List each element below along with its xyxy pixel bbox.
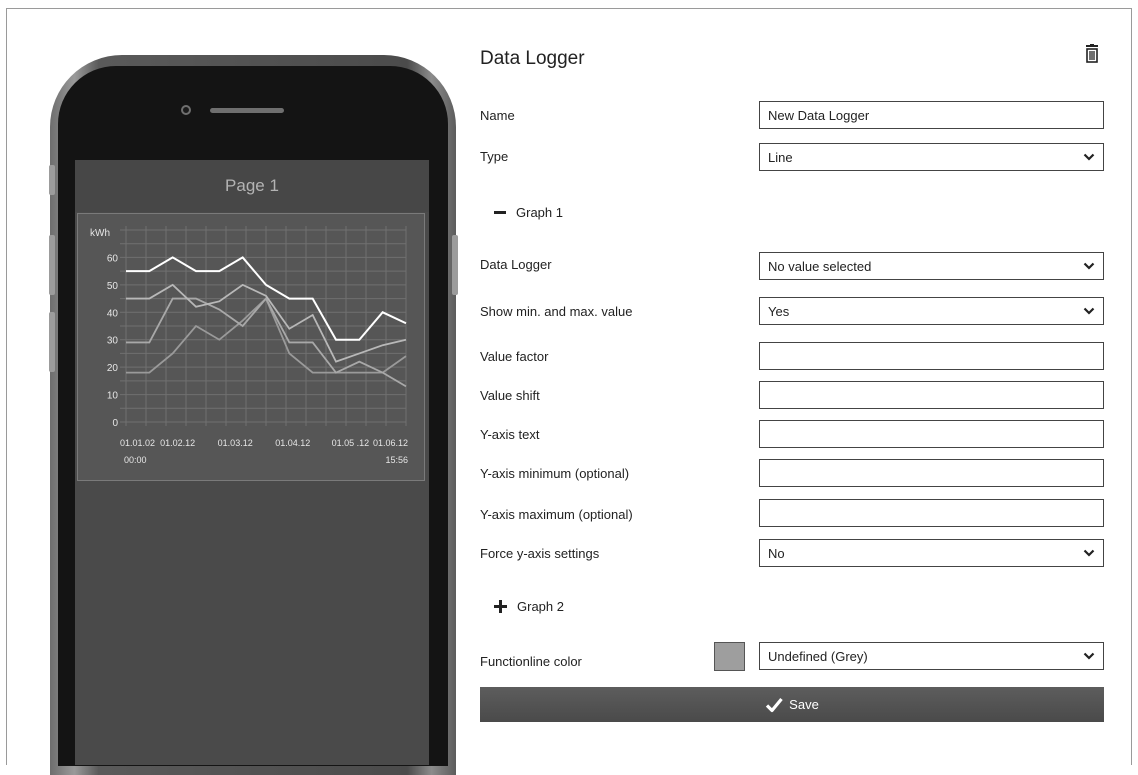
functionline-color-select[interactable]: Undefined (Grey) [759, 642, 1104, 670]
graph1-label: Graph 1 [516, 205, 563, 220]
page-title[interactable]: Page 1 [75, 160, 429, 212]
phone-volume-up-button [49, 235, 55, 295]
force-yaxis-label: Force y-axis settings [480, 546, 600, 561]
x-tick-label: 01.02.12 [160, 438, 195, 448]
x-start-label: 00:00 [124, 455, 147, 465]
yaxis-min-label: Y-axis minimum (optional) [480, 466, 630, 481]
chart-svg: kWh 0 10 20 30 40 50 60 01.01.02 01.02.12 01.03.12… [90, 226, 408, 465]
chevron-down-icon [1083, 262, 1095, 270]
y-tick-label: 10 [107, 391, 119, 402]
plus-icon [494, 600, 507, 613]
y-tick-label: 30 [107, 336, 119, 347]
y-tick-label: 0 [112, 418, 118, 429]
speaker-grille [210, 108, 284, 113]
value-factor-input[interactable] [759, 342, 1104, 370]
value-factor-label: Value factor [480, 349, 549, 364]
camera-icon [181, 105, 191, 115]
data-logger-chart: kWh 0 10 20 30 40 50 60 01.01.02 01.02.12 01.03.12… [77, 213, 425, 481]
show-minmax-select-value: Yes [768, 303, 790, 319]
functionline-color-label: Functionline color [480, 654, 582, 669]
show-minmax-select[interactable]: Yes [759, 297, 1104, 325]
type-label: Type [480, 149, 509, 164]
y-tick-label: 40 [107, 308, 119, 319]
chevron-down-icon [1083, 652, 1095, 660]
y-tick-label: 60 [107, 253, 119, 264]
graph2-expand-toggle[interactable]: Graph 2 [494, 599, 564, 614]
minus-icon [494, 211, 506, 214]
yaxis-min-input[interactable] [759, 459, 1104, 487]
force-yaxis-select-value: No [768, 545, 785, 561]
graph1-collapse-toggle[interactable]: Graph 1 [494, 205, 563, 220]
phone-screen: Page 1 kWh 0 10 20 30 40 50 60 01.01.02 01.02.12 0… [75, 160, 429, 765]
x-tick-label: 01.01.02 [120, 438, 155, 448]
save-button[interactable]: Save [480, 687, 1104, 722]
type-select[interactable]: Line [759, 143, 1104, 171]
x-tick-label: 01.04.12 [275, 438, 310, 448]
chevron-down-icon [1083, 307, 1095, 315]
phone-volume-down-button [49, 312, 55, 372]
name-input[interactable] [759, 101, 1104, 129]
value-shift-label: Value shift [480, 388, 540, 403]
data-logger-select[interactable]: No value selected [759, 252, 1104, 280]
x-tick-label: 01.06.12 [373, 438, 408, 448]
functionline-color-select-value: Undefined (Grey) [768, 648, 868, 664]
check-icon [766, 697, 783, 712]
phone-side-button [49, 165, 55, 195]
value-shift-input[interactable] [759, 381, 1104, 409]
phone-power-button [452, 235, 458, 295]
y-tick-label: 20 [107, 363, 119, 374]
x-tick-label: 01.03.12 [218, 438, 253, 448]
x-end-label: 15:56 [385, 455, 408, 465]
x-tick-label: 01.05 .12 [332, 438, 370, 448]
graph2-label: Graph 2 [517, 599, 564, 614]
type-select-value: Line [768, 149, 793, 165]
name-label: Name [480, 108, 515, 123]
yaxis-max-input[interactable] [759, 499, 1104, 527]
y-axis-label: kWh [90, 228, 110, 239]
chevron-down-icon [1083, 153, 1095, 161]
data-logger-select-value: No value selected [768, 258, 872, 274]
yaxis-text-label: Y-axis text [480, 427, 540, 442]
force-yaxis-select[interactable]: No [759, 539, 1104, 567]
yaxis-text-input[interactable] [759, 420, 1104, 448]
trash-icon[interactable] [1084, 44, 1100, 64]
y-tick-label: 50 [107, 281, 119, 292]
save-button-label: Save [789, 697, 819, 712]
data-logger-label: Data Logger [480, 257, 552, 272]
chevron-down-icon [1083, 549, 1095, 557]
form-title: Data Logger [480, 48, 585, 69]
functionline-color-swatch[interactable] [714, 642, 745, 671]
show-minmax-label: Show min. and max. value [480, 304, 633, 319]
yaxis-max-label: Y-axis maximum (optional) [480, 507, 633, 522]
